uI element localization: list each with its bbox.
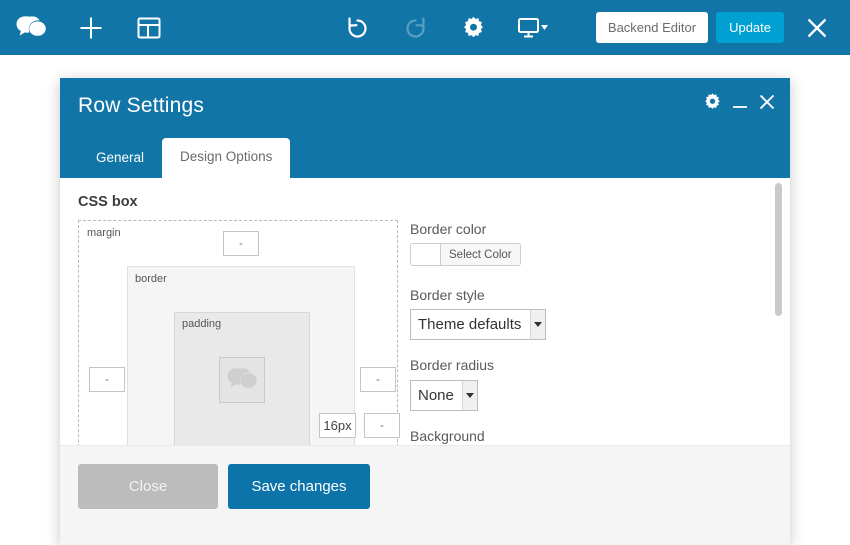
close-editor-icon[interactable] bbox=[784, 0, 850, 55]
border-radius-select[interactable]: None bbox=[410, 379, 478, 411]
border-label: border bbox=[135, 273, 167, 285]
tab-design-options[interactable]: Design Options bbox=[162, 138, 291, 178]
css-box-diagram: margin border padding bbox=[78, 220, 400, 445]
toolbar-left-group bbox=[0, 0, 178, 55]
viewport-icon[interactable] bbox=[502, 0, 564, 55]
field-border-color: Border color Select Color bbox=[410, 220, 740, 270]
margin-left-input[interactable] bbox=[89, 367, 125, 392]
close-icon[interactable] bbox=[758, 93, 776, 111]
undo-icon[interactable] bbox=[328, 0, 386, 55]
field-background: Background Select Color bbox=[410, 427, 740, 445]
modal-header: Row Settings General Design Options bbox=[60, 78, 790, 178]
css-box-section-title: CSS box bbox=[78, 194, 138, 210]
top-toolbar: Backend Editor Update bbox=[0, 0, 850, 55]
tab-general[interactable]: General bbox=[78, 140, 162, 178]
content-region bbox=[219, 357, 265, 403]
gear-icon[interactable] bbox=[703, 92, 722, 111]
add-element-icon[interactable] bbox=[62, 0, 120, 55]
page-title: Row Settings bbox=[78, 94, 205, 117]
logo-icon[interactable] bbox=[0, 0, 62, 55]
content-scrollbar-track[interactable] bbox=[775, 178, 786, 445]
border-radius-select-wrap[interactable]: None bbox=[410, 379, 478, 411]
modal-footer: Close Save changes bbox=[60, 445, 790, 545]
field-border-radius: Border radius None bbox=[410, 356, 740, 411]
border-color-select-button[interactable]: Select Color bbox=[441, 244, 520, 266]
modal-content: CSS box margin border padding bbox=[60, 178, 790, 445]
settings-icon[interactable] bbox=[444, 0, 502, 55]
margin-region: margin border padding bbox=[79, 221, 400, 445]
content-scrollbar-thumb[interactable] bbox=[775, 183, 782, 316]
border-style-label: Border style bbox=[410, 287, 485, 304]
modal-tabs: General Design Options bbox=[78, 138, 291, 178]
margin-right-input[interactable] bbox=[360, 367, 396, 392]
padding-top-input[interactable] bbox=[319, 413, 356, 438]
border-region: border padding bbox=[127, 266, 400, 445]
border-color-picker[interactable]: Select Color bbox=[410, 243, 521, 267]
close-button[interactable]: Close bbox=[78, 464, 218, 509]
border-color-label: Border color bbox=[410, 221, 487, 237]
save-changes-button[interactable]: Save changes bbox=[228, 464, 370, 509]
margin-label: margin bbox=[87, 227, 121, 239]
toolbar-right-group: Backend Editor Update bbox=[595, 0, 850, 55]
field-border-style: Border style Theme defaults bbox=[410, 286, 740, 341]
border-style-select[interactable]: Theme defaults bbox=[410, 309, 546, 341]
border-style-select-wrap[interactable]: Theme defaults bbox=[410, 309, 546, 341]
logo-icon bbox=[227, 368, 257, 388]
background-label: Background bbox=[410, 427, 485, 444]
padding-region: padding bbox=[174, 312, 356, 445]
minimize-icon[interactable] bbox=[731, 93, 749, 111]
row-settings-modal: Row Settings General Design Options CSS … bbox=[60, 78, 790, 545]
modal-header-actions bbox=[703, 92, 776, 111]
redo-icon[interactable] bbox=[386, 0, 444, 55]
modal-content-inner: CSS box margin border padding bbox=[60, 178, 778, 445]
toolbar-center-group bbox=[328, 0, 564, 55]
border-right-input[interactable] bbox=[364, 413, 400, 438]
layout-icon[interactable] bbox=[120, 0, 178, 55]
border-radius-label: Border radius bbox=[410, 357, 495, 374]
design-options-form: Border color Select Color Border style T… bbox=[410, 220, 740, 445]
backend-editor-button[interactable]: Backend Editor bbox=[595, 11, 709, 44]
update-button[interactable]: Update bbox=[716, 11, 784, 44]
padding-label: padding bbox=[182, 318, 222, 330]
border-color-swatch[interactable] bbox=[411, 244, 441, 266]
margin-top-input[interactable] bbox=[223, 231, 259, 256]
